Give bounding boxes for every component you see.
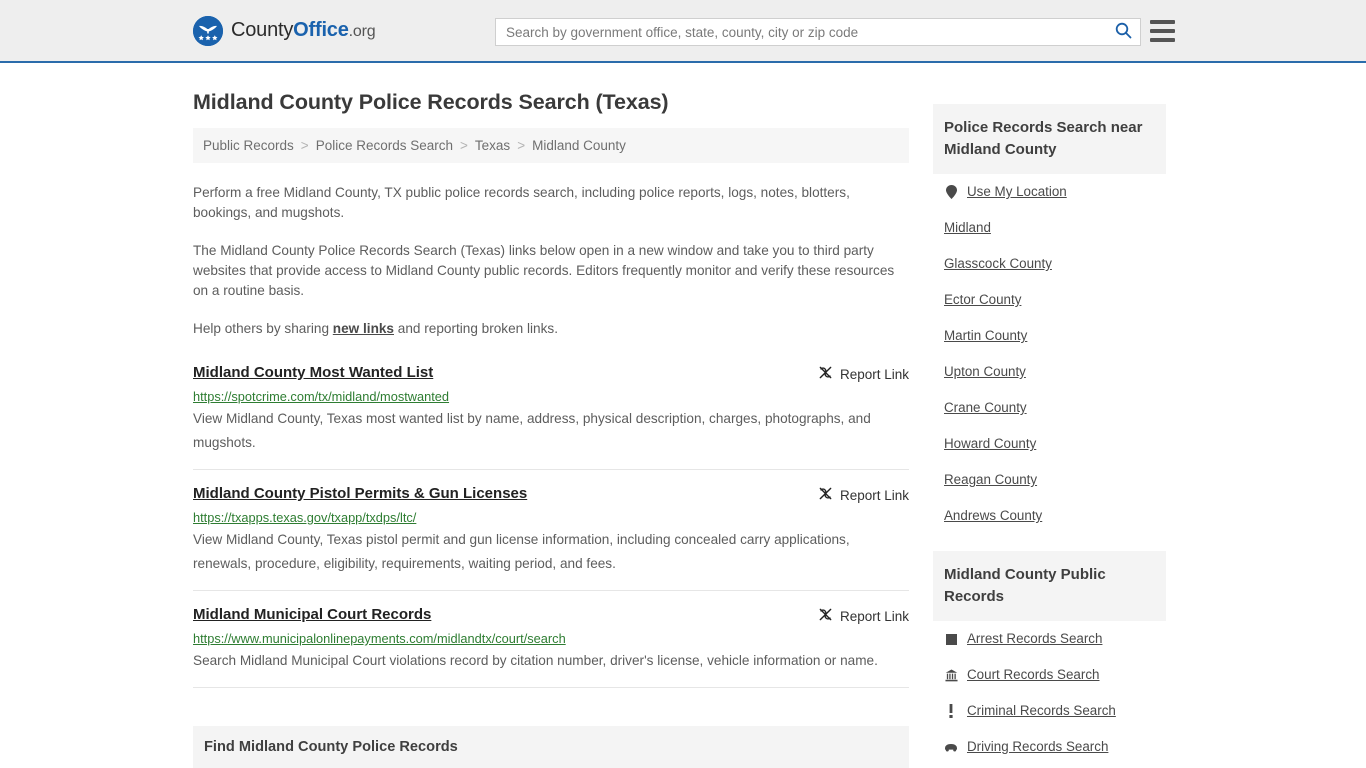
sidebar-link[interactable]: Upton County [944, 363, 1026, 381]
hamburger-bar [1150, 20, 1175, 24]
exclamation-icon [944, 704, 958, 718]
sidebar-link[interactable]: Criminal Records Search [967, 702, 1116, 720]
sidebar-link[interactable]: Howard County [944, 435, 1036, 453]
sidebar-nearby-heading: Police Records Search near Midland Count… [933, 104, 1166, 174]
sidebar-link[interactable]: Martin County [944, 327, 1027, 345]
sidebar-item-reagan-county[interactable]: Reagan County [933, 462, 1166, 498]
broken-link-icon [818, 486, 833, 504]
report-link-label: Report Link [839, 366, 909, 382]
intro-p3-after: and reporting broken links. [394, 321, 558, 336]
breadcrumb-item-public-records[interactable]: Public Records [203, 138, 294, 153]
listing-item: Midland County Pistol Permits & Gun Lice… [193, 484, 909, 591]
intro-paragraph-3: Help others by sharing new links and rep… [193, 319, 909, 339]
sidebar-link[interactable]: Glasscock County [944, 255, 1052, 273]
sidebar-item-howard-county[interactable]: Howard County [933, 426, 1166, 462]
sidebar-link[interactable]: Crane County [944, 399, 1027, 417]
breadcrumb-separator: > [517, 138, 526, 153]
listing-url[interactable]: https://spotcrime.com/tx/midland/mostwan… [193, 389, 909, 404]
search-button[interactable] [1106, 19, 1140, 45]
site-logo-text: CountyOffice.org [231, 19, 376, 42]
site-logo-link[interactable]: CountyOffice.org [193, 15, 376, 46]
brand-part-county: County [231, 19, 294, 41]
sidebar-link[interactable]: Midland [944, 219, 991, 237]
fingerprint-square-icon [944, 633, 958, 645]
breadcrumb-item-midland-county: Midland County [532, 138, 626, 153]
sidebar-item-ector-county[interactable]: Ector County [933, 282, 1166, 318]
car-icon [944, 742, 958, 752]
breadcrumb-item-texas[interactable]: Texas [475, 138, 510, 153]
listing-url[interactable]: https://www.municipalonlinepayments.com/… [193, 631, 909, 646]
sidebar-link[interactable]: Court Records Search [967, 666, 1099, 684]
page-title: Midland County Police Records Search (Te… [193, 90, 669, 114]
hamburger-bar [1150, 29, 1175, 33]
listing-title-link[interactable]: Midland County Most Wanted List [193, 363, 433, 382]
sidebar-link[interactable]: Driving Records Search [967, 738, 1108, 756]
map-pin-icon [944, 185, 958, 199]
hamburger-bar [1150, 38, 1175, 42]
broken-link-icon [818, 607, 833, 625]
sidebar-item-driving-records-search[interactable]: Driving Records Search [933, 729, 1166, 765]
sidebar-item-criminal-records-search[interactable]: Criminal Records Search [933, 693, 1166, 729]
sidebar-item-court-records-search[interactable]: Court Records Search [933, 657, 1166, 693]
sidebar-item-crane-county[interactable]: Crane County [933, 390, 1166, 426]
intro-p3-before: Help others by sharing [193, 321, 333, 336]
sidebar-nearby-list: Use My Location Midland Glasscock County… [933, 174, 1166, 534]
intro-text: Perform a free Midland County, TX public… [193, 183, 909, 339]
sidebar: Police Records Search near Midland Count… [933, 63, 1166, 765]
listing-item: Midland County Most Wanted List Report L… [193, 363, 909, 470]
page-container: Midland County Police Records Search (Te… [0, 63, 1366, 768]
breadcrumb-item-police-records-search[interactable]: Police Records Search [316, 138, 453, 153]
courthouse-icon [944, 668, 958, 682]
sidebar-link[interactable]: Ector County [944, 291, 1021, 309]
eagle-stars-logo-icon [193, 15, 223, 46]
sidebar-item-midland[interactable]: Midland [933, 210, 1166, 246]
search-icon [1115, 22, 1132, 42]
find-records-heading: Find Midland County Police Records [193, 726, 909, 768]
sidebar-link[interactable]: Reagan County [944, 471, 1037, 489]
search-bar[interactable] [495, 18, 1141, 46]
main-content: Midland County Police Records Search (Te… [193, 63, 909, 768]
listing-title-link[interactable]: Midland Municipal Court Records [193, 605, 431, 624]
sidebar-item-use-my-location[interactable]: Use My Location [933, 174, 1166, 210]
sidebar-item-arrest-records-search[interactable]: Arrest Records Search [933, 621, 1166, 657]
report-link-button[interactable]: Report Link [818, 484, 909, 504]
sidebar-public-records-block: Midland County Public Records Arrest Rec… [933, 551, 1166, 765]
broken-link-icon [818, 365, 833, 383]
sidebar-link[interactable]: Andrews County [944, 507, 1042, 525]
report-link-label: Report Link [839, 608, 909, 624]
sidebar-link[interactable]: Use My Location [967, 183, 1067, 201]
brand-part-office: Office [293, 19, 349, 41]
listing-url[interactable]: https://txapps.texas.gov/txapp/txdps/ltc… [193, 510, 909, 525]
intro-paragraph-2: The Midland County Police Records Search… [193, 243, 895, 298]
site-header: CountyOffice.org [0, 0, 1366, 63]
brand-part-tld: .org [348, 23, 376, 40]
sidebar-item-glasscock-county[interactable]: Glasscock County [933, 246, 1166, 282]
report-link-button[interactable]: Report Link [818, 605, 909, 625]
listing-item: Midland Municipal Court Records Report L… [193, 605, 909, 688]
sidebar-item-upton-county[interactable]: Upton County [933, 354, 1166, 390]
sidebar-public-records-list: Arrest Records Search Court Records Sear… [933, 621, 1166, 765]
report-link-label: Report Link [839, 487, 909, 503]
listing-description: Search Midland Municipal Court violation… [193, 653, 878, 668]
listing-description: View Midland County, Texas pistol permit… [193, 532, 850, 571]
listing-description: View Midland County, Texas most wanted l… [193, 411, 871, 450]
sidebar-item-martin-county[interactable]: Martin County [933, 318, 1166, 354]
breadcrumb: Public Records > Police Records Search >… [193, 128, 909, 163]
breadcrumb-separator: > [460, 138, 468, 153]
report-link-button[interactable]: Report Link [818, 363, 909, 383]
hamburger-menu-icon[interactable] [1150, 20, 1175, 42]
listing-title-link[interactable]: Midland County Pistol Permits & Gun Lice… [193, 484, 527, 503]
new-links-link[interactable]: new links [333, 321, 394, 336]
intro-paragraph-1: Perform a free Midland County, TX public… [193, 185, 850, 220]
search-input[interactable] [496, 19, 1106, 45]
result-listings: Midland County Most Wanted List Report L… [193, 363, 909, 688]
sidebar-link[interactable]: Arrest Records Search [967, 630, 1102, 648]
sidebar-public-records-heading: Midland County Public Records [933, 551, 1166, 621]
sidebar-item-andrews-county[interactable]: Andrews County [933, 498, 1166, 534]
breadcrumb-separator: > [300, 138, 309, 153]
